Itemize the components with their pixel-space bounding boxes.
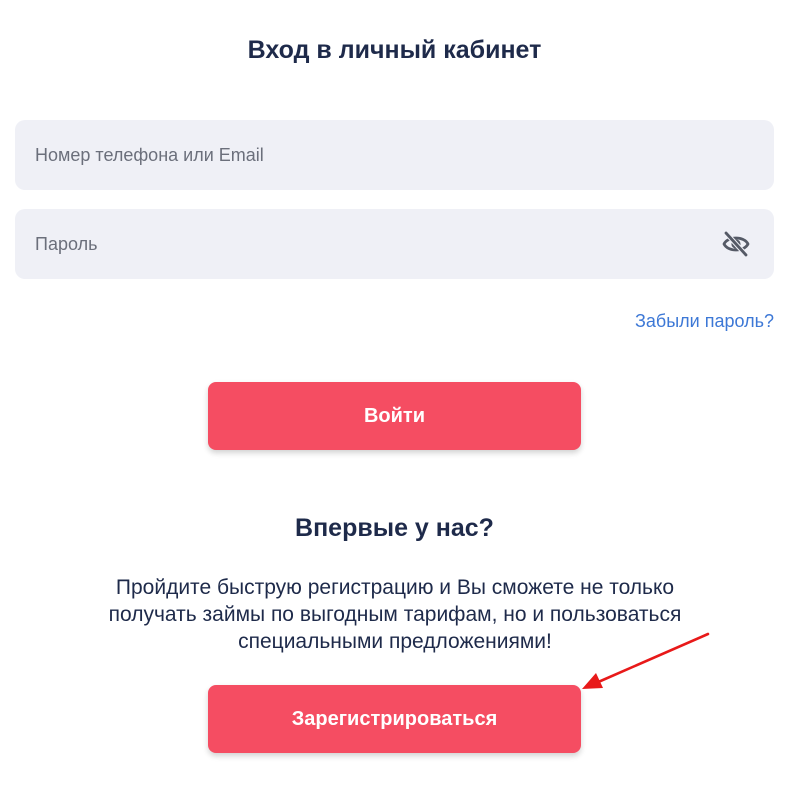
password-input[interactable] bbox=[15, 209, 774, 279]
eye-slash-icon[interactable] bbox=[720, 229, 752, 259]
password-field-container bbox=[15, 209, 774, 279]
login-field-container bbox=[15, 120, 774, 190]
page-title: Вход в личный кабинет bbox=[247, 36, 542, 64]
annotation-arrow-icon bbox=[582, 632, 710, 689]
register-title: Впервые у нас? bbox=[295, 514, 494, 542]
login-page: Вход в личный кабинет Забыли пароль? Вой… bbox=[0, 0, 789, 791]
register-button[interactable]: Зарегистрироваться bbox=[208, 685, 581, 753]
forgot-password-link[interactable]: Забыли пароль? bbox=[635, 311, 774, 332]
login-button[interactable]: Войти bbox=[208, 382, 581, 450]
phone-or-email-input[interactable] bbox=[15, 120, 774, 190]
